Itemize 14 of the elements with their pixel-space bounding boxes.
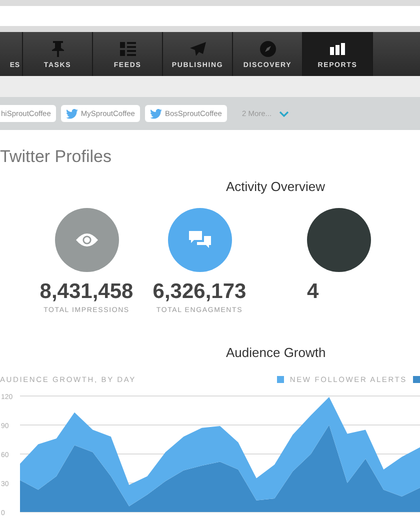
stat-value: 8,431,458: [40, 281, 134, 303]
list-icon: [120, 41, 136, 57]
section-title: Activity Overview: [226, 179, 326, 194]
paper-plane-icon: [190, 41, 206, 57]
chat-bubbles-icon: [188, 231, 210, 249]
page-title: Twitter Profiles: [0, 147, 112, 167]
compass-icon: [260, 41, 276, 57]
pin-icon: [52, 41, 64, 57]
stat-value: 6,326,173: [152, 281, 246, 303]
stat-value: 4: [307, 281, 319, 303]
section-title: Audience Growth: [226, 345, 327, 360]
eye-icon: [76, 233, 98, 247]
bar-chart-icon: [330, 41, 345, 57]
chevron-down-icon[interactable]: [278, 110, 289, 116]
